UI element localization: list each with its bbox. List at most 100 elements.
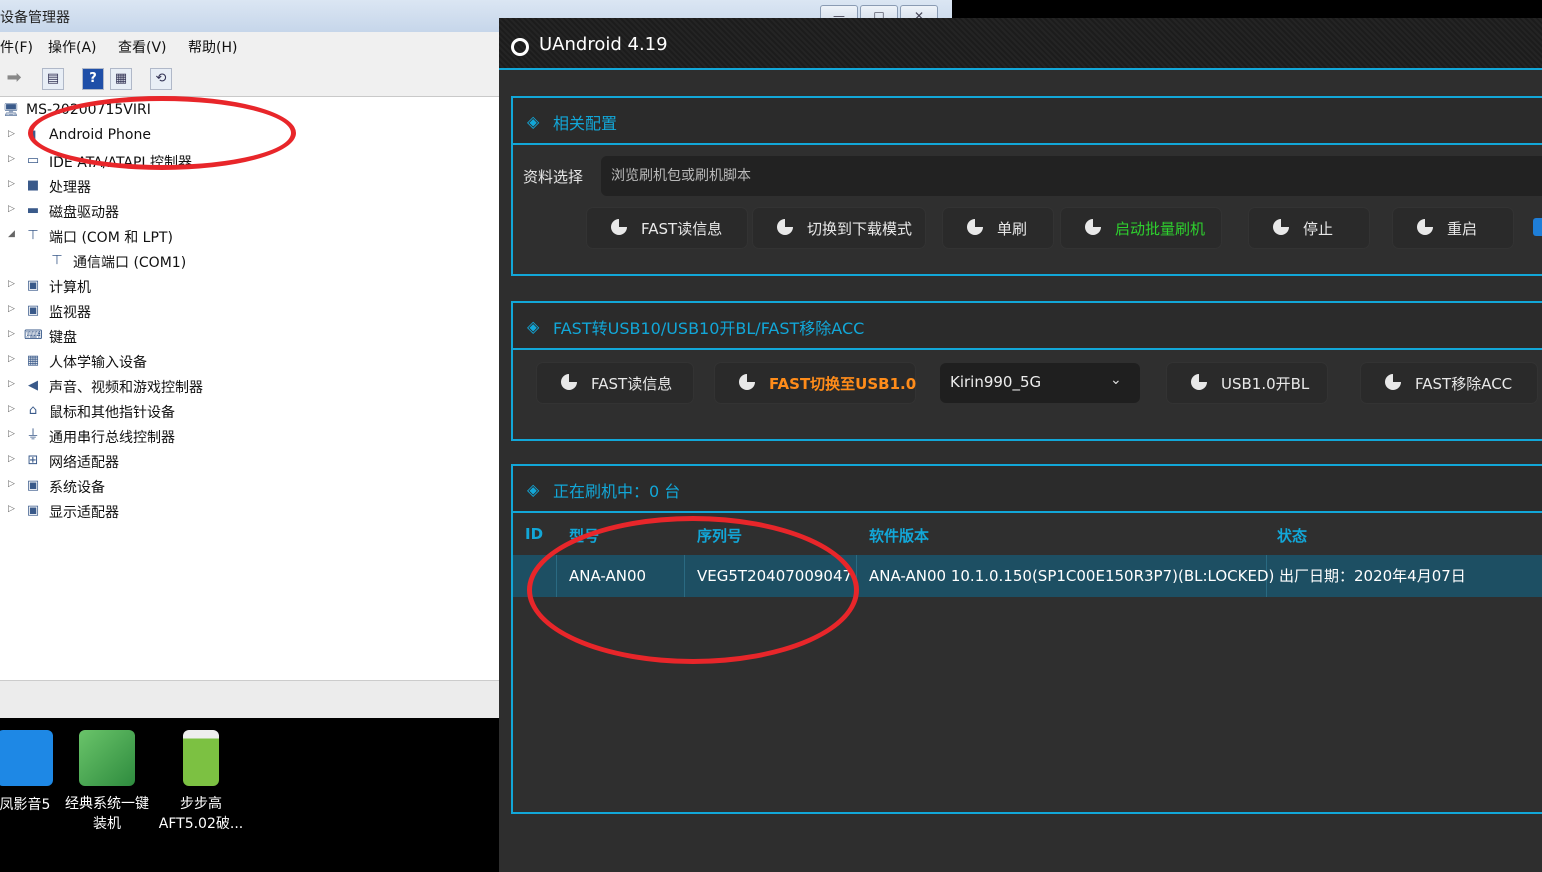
tree-item-label: 显示适配器: [49, 505, 119, 521]
expand-icon[interactable]: ▷: [8, 379, 18, 389]
chip-select-value: Kirin990_5G: [950, 373, 1042, 391]
uandroid-window: UAndroid 4.19 ◈ 相关配置 资料选择 FAST读信息 切换到下载模…: [499, 18, 1542, 872]
hid-icon: ▦: [26, 353, 40, 368]
menu-help[interactable]: 帮助(H): [188, 37, 237, 57]
ide-controller-icon: ▭: [26, 153, 40, 168]
pie-chart-icon: [1417, 219, 1433, 235]
device-tree: 🖥 MS-20200715VIRI ▷ ▮ Android Phone ▷ ▭ IDE A…: [0, 98, 500, 678]
tree-item-label: 鼠标和其他指针设备: [49, 405, 175, 421]
fast-panel-title: FAST转USB10/USB10开BL/FAST移除ACC: [553, 319, 865, 338]
view-icon[interactable]: ▦: [110, 68, 132, 90]
fast-switch-usb1-button[interactable]: FAST切换至USB1.0: [715, 363, 916, 403]
expand-icon[interactable]: ▷: [8, 204, 18, 214]
expand-icon[interactable]: ▷: [8, 279, 18, 289]
menu-action[interactable]: 操作(A): [48, 37, 97, 57]
menu-bar: 件(F) 操作(A) 查看(V) 帮助(H): [0, 32, 500, 60]
monitor-icon: ▣: [26, 303, 40, 318]
chevron-down-icon: ⌄: [1110, 372, 1122, 388]
annotation-circle: [28, 96, 296, 170]
app-title: UAndroid 4.19: [539, 34, 668, 55]
chip-model-select[interactable]: Kirin990_5G ⌄: [940, 363, 1140, 403]
expand-icon[interactable]: ▷: [8, 154, 18, 164]
column-id[interactable]: ID: [525, 525, 543, 543]
tree-item-label: 网络适配器: [49, 455, 119, 471]
sound-icon: ◀: [28, 378, 38, 393]
expand-icon[interactable]: ▷: [8, 179, 18, 189]
pie-chart-icon: [1085, 219, 1101, 235]
pie-chart-icon: [1385, 374, 1401, 390]
menu-view[interactable]: 查看(V): [118, 37, 167, 57]
pie-chart-icon: [561, 374, 577, 390]
forward-arrow-icon[interactable]: ➡: [4, 68, 24, 88]
checkbox[interactable]: [1533, 218, 1542, 236]
tree-item-label: 通信端口 (COM1): [73, 255, 187, 271]
batch-flash-button[interactable]: 启动批量刷机: [1061, 208, 1221, 248]
tree-item-label: 声音、视频和游戏控制器: [49, 380, 203, 396]
layers-icon: ◈: [527, 317, 540, 336]
pie-chart-icon: [1191, 374, 1207, 390]
expand-icon[interactable]: ▷: [8, 479, 18, 489]
expand-icon[interactable]: ▷: [8, 429, 18, 439]
fast-read-info-button[interactable]: FAST读信息: [587, 208, 747, 248]
usb1-unlock-bl-button[interactable]: USB1.0开BL: [1167, 363, 1327, 403]
windows-installer-icon: [79, 730, 135, 786]
fast-usb-panel: ◈ FAST转USB10/USB10开BL/FAST移除ACC FAST读信息 …: [511, 301, 1542, 441]
expand-icon[interactable]: ▷: [8, 504, 18, 514]
fast-read-info-button-2[interactable]: FAST读信息: [537, 363, 693, 403]
android-app-icon: [183, 730, 219, 786]
single-flash-button[interactable]: 单刷: [943, 208, 1053, 248]
expand-icon[interactable]: ▷: [8, 129, 18, 139]
column-version[interactable]: 软件版本: [869, 525, 929, 546]
flashing-panel-title: 正在刷机中：0 台: [553, 482, 681, 501]
fast-remove-acc-button[interactable]: FAST移除ACC: [1361, 363, 1537, 403]
expand-icon[interactable]: ▷: [8, 404, 18, 414]
tree-item-label: 磁盘驱动器: [49, 205, 119, 221]
help-icon[interactable]: ?: [82, 68, 104, 90]
layers-icon: ◈: [527, 112, 540, 131]
flashing-panel-header: ◈ 正在刷机中：0 台: [513, 466, 1542, 513]
tree-item-label: 监视器: [49, 305, 91, 321]
window-title: 设备管理器: [0, 10, 70, 26]
tree-item-label: 端口 (COM 和 LPT): [49, 230, 173, 246]
computer-icon: 🖥: [2, 103, 20, 118]
layers-icon: ◈: [527, 480, 540, 499]
expand-icon[interactable]: ▷: [8, 304, 18, 314]
cell-version: ANA-AN00 10.1.0.150(SP1C00E150R3P7)(BL:L…: [857, 555, 1274, 597]
player-app-icon: [0, 730, 53, 786]
stop-button[interactable]: 停止: [1249, 208, 1369, 248]
cell-status: 出厂日期：2020年4月07日: [1279, 567, 1466, 585]
pie-chart-icon: [739, 374, 755, 390]
desktop-icon-player[interactable]: 凤影音5: [0, 730, 70, 816]
download-mode-button[interactable]: 切换到下载模式: [753, 208, 925, 248]
network-icon: ⊞: [27, 453, 39, 468]
pie-chart-icon: [967, 219, 983, 235]
expand-icon[interactable]: ▷: [8, 454, 18, 464]
pie-chart-icon: [611, 219, 627, 235]
status-bar: [0, 680, 500, 718]
tree-item-label: 系统设备: [49, 480, 105, 496]
uandroid-titlebar[interactable]: UAndroid 4.19: [499, 18, 1542, 70]
app-logo-icon: [511, 38, 529, 56]
desktop-icon-bbk-aft[interactable]: 步步高 AFT5.02破...: [156, 730, 246, 834]
tree-item-label: 键盘: [49, 330, 77, 346]
expand-icon[interactable]: ▷: [8, 329, 18, 339]
config-panel: ◈ 相关配置 资料选择 FAST读信息 切换到下载模式 单刷 启动批量刷机 停止…: [511, 96, 1542, 276]
desktop-icon-system-installer[interactable]: 经典系统一键 装机: [62, 730, 152, 834]
disk-icon: ▬: [26, 203, 40, 218]
file-path-input[interactable]: [601, 156, 1542, 196]
display-icon: ▣: [26, 503, 40, 518]
expand-icon[interactable]: ▷: [8, 354, 18, 364]
tree-item-label: 人体学输入设备: [49, 355, 147, 371]
mouse-icon: ⌂: [28, 403, 38, 418]
collapse-icon[interactable]: ◢: [8, 229, 18, 239]
port-icon: ⊤: [51, 253, 63, 268]
pie-chart-icon: [1273, 219, 1289, 235]
port-icon: ⊤: [27, 228, 39, 243]
system-icon: ▣: [26, 478, 40, 493]
menu-file[interactable]: 件(F): [0, 37, 33, 57]
scan-hardware-icon[interactable]: ⟲: [150, 68, 172, 90]
properties-icon[interactable]: ▤: [42, 68, 64, 90]
reboot-button[interactable]: 重启: [1393, 208, 1513, 248]
file-select-label: 资料选择: [523, 168, 584, 186]
column-status[interactable]: 状态: [1277, 525, 1307, 546]
